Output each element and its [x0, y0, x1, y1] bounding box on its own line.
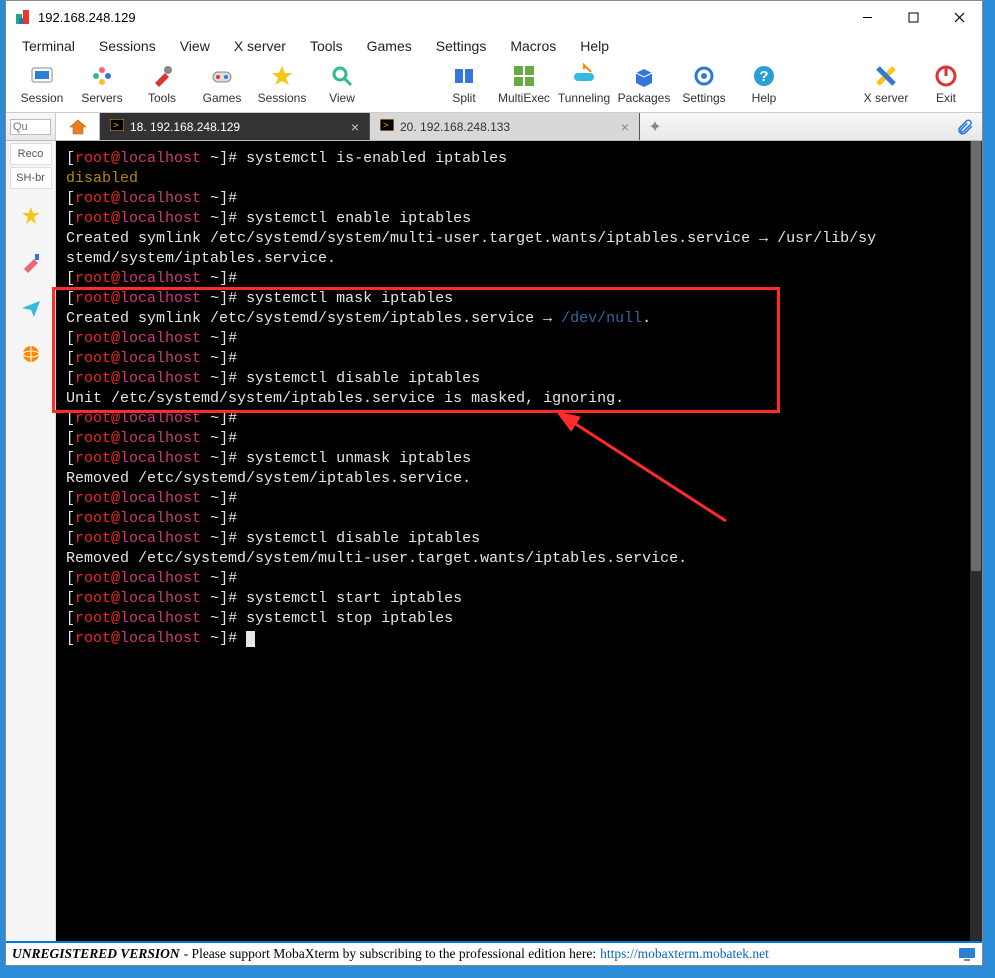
- scrollbar[interactable]: [970, 141, 982, 941]
- menu-view[interactable]: View: [168, 35, 222, 57]
- globe-icon[interactable]: [12, 335, 50, 373]
- multiexec-icon: [511, 63, 537, 89]
- help-icon: ?: [751, 63, 777, 89]
- toolbar-x-server-button[interactable]: X server: [856, 61, 916, 107]
- session-tab-inactive[interactable]: > 20. 192.168.248.133 ×: [370, 113, 640, 140]
- toolbar: SessionServersToolsGamesSessionsView Spl…: [6, 59, 982, 113]
- toolbar-servers-button[interactable]: Servers: [72, 61, 132, 107]
- status-link[interactable]: https://mobaxterm.mobatek.net: [600, 946, 769, 962]
- toolbar-split-button[interactable]: Split: [434, 61, 494, 107]
- sidebar-btn-sh-br[interactable]: SH-br: [10, 167, 52, 189]
- menu-help[interactable]: Help: [568, 35, 621, 57]
- toolbar-help-button[interactable]: ?Help: [734, 61, 794, 107]
- split-icon: [451, 63, 477, 89]
- session-tab-active[interactable]: > 18. 192.168.248.129 ×: [100, 113, 370, 140]
- sidebar-btn-reco[interactable]: Reco: [10, 143, 52, 165]
- terminal-icon: >: [110, 119, 124, 134]
- window-buttons: [844, 1, 982, 33]
- svg-text:>: >: [113, 120, 118, 130]
- toolbar-exit-button[interactable]: Exit: [916, 61, 976, 107]
- tab-close-icon[interactable]: ×: [351, 119, 359, 135]
- terminal-icon: >: [380, 119, 394, 134]
- titlebar: 192.168.248.129: [6, 1, 982, 33]
- menu-macros[interactable]: Macros: [498, 35, 568, 57]
- terminal-output[interactable]: [root@localhost ~]# systemctl is-enabled…: [56, 141, 970, 941]
- tools-icon: [149, 63, 175, 89]
- minimize-button[interactable]: [844, 1, 890, 33]
- window-title: 192.168.248.129: [38, 10, 844, 25]
- menu-settings[interactable]: Settings: [424, 35, 499, 57]
- new-tab-button[interactable]: ✦: [640, 113, 670, 140]
- brush-icon[interactable]: [12, 243, 50, 281]
- star-icon[interactable]: [12, 197, 50, 235]
- menubar: TerminalSessionsViewX serverToolsGamesSe…: [6, 33, 982, 59]
- xserver-icon: [873, 63, 899, 89]
- settings-icon: [691, 63, 717, 89]
- menu-tools[interactable]: Tools: [298, 35, 355, 57]
- tab-bar: > 18. 192.168.248.129 × > 20. 192.168.24…: [6, 113, 982, 141]
- servers-icon: [89, 63, 115, 89]
- session-icon: [29, 63, 55, 89]
- toolbar-multiexec-button[interactable]: MultiExec: [494, 61, 554, 107]
- toolbar-packages-button[interactable]: Packages: [614, 61, 674, 107]
- quick-search: [6, 113, 56, 140]
- view-icon: [329, 63, 355, 89]
- attachment-icon[interactable]: [948, 113, 982, 140]
- quick-search-input[interactable]: [10, 119, 51, 135]
- svg-text:>: >: [383, 120, 388, 130]
- close-button[interactable]: [936, 1, 982, 33]
- monitor-icon: [958, 947, 976, 961]
- statusbar: UNREGISTERED VERSION - Please support Mo…: [6, 941, 982, 965]
- sidebar: RecoSH-br: [6, 141, 56, 941]
- menu-x-server[interactable]: X server: [222, 35, 298, 57]
- app-icon: [14, 8, 32, 26]
- tab-label: 18. 192.168.248.129: [130, 120, 240, 134]
- plane-icon[interactable]: [12, 289, 50, 327]
- unregistered-label: UNREGISTERED VERSION: [12, 946, 180, 962]
- toolbar-sessions-button[interactable]: Sessions: [252, 61, 312, 107]
- maximize-button[interactable]: [890, 1, 936, 33]
- scrollbar-thumb[interactable]: [971, 141, 981, 571]
- toolbar-games-button[interactable]: Games: [192, 61, 252, 107]
- main-area: RecoSH-br [root@localhost ~]# systemctl …: [6, 141, 982, 941]
- games-icon: [209, 63, 235, 89]
- terminal-pane[interactable]: [root@localhost ~]# systemctl is-enabled…: [56, 141, 982, 941]
- exit-icon: [933, 63, 959, 89]
- home-tab[interactable]: [56, 113, 100, 140]
- tab-label: 20. 192.168.248.133: [400, 120, 510, 134]
- status-text: - Please support MobaXterm by subscribin…: [184, 946, 596, 962]
- toolbar-tunneling-button[interactable]: Tunneling: [554, 61, 614, 107]
- menu-terminal[interactable]: Terminal: [10, 35, 87, 57]
- menu-games[interactable]: Games: [355, 35, 424, 57]
- toolbar-view-button[interactable]: View: [312, 61, 372, 107]
- svg-text:?: ?: [759, 68, 768, 85]
- tunneling-icon: [571, 63, 597, 89]
- toolbar-session-button[interactable]: Session: [12, 61, 72, 107]
- toolbar-tools-button[interactable]: Tools: [132, 61, 192, 107]
- packages-icon: [631, 63, 657, 89]
- sessions-icon: [269, 63, 295, 89]
- toolbar-settings-button[interactable]: Settings: [674, 61, 734, 107]
- app-window: 192.168.248.129 TerminalSessionsViewX se…: [5, 0, 983, 966]
- tab-close-icon[interactable]: ×: [621, 119, 629, 135]
- menu-sessions[interactable]: Sessions: [87, 35, 168, 57]
